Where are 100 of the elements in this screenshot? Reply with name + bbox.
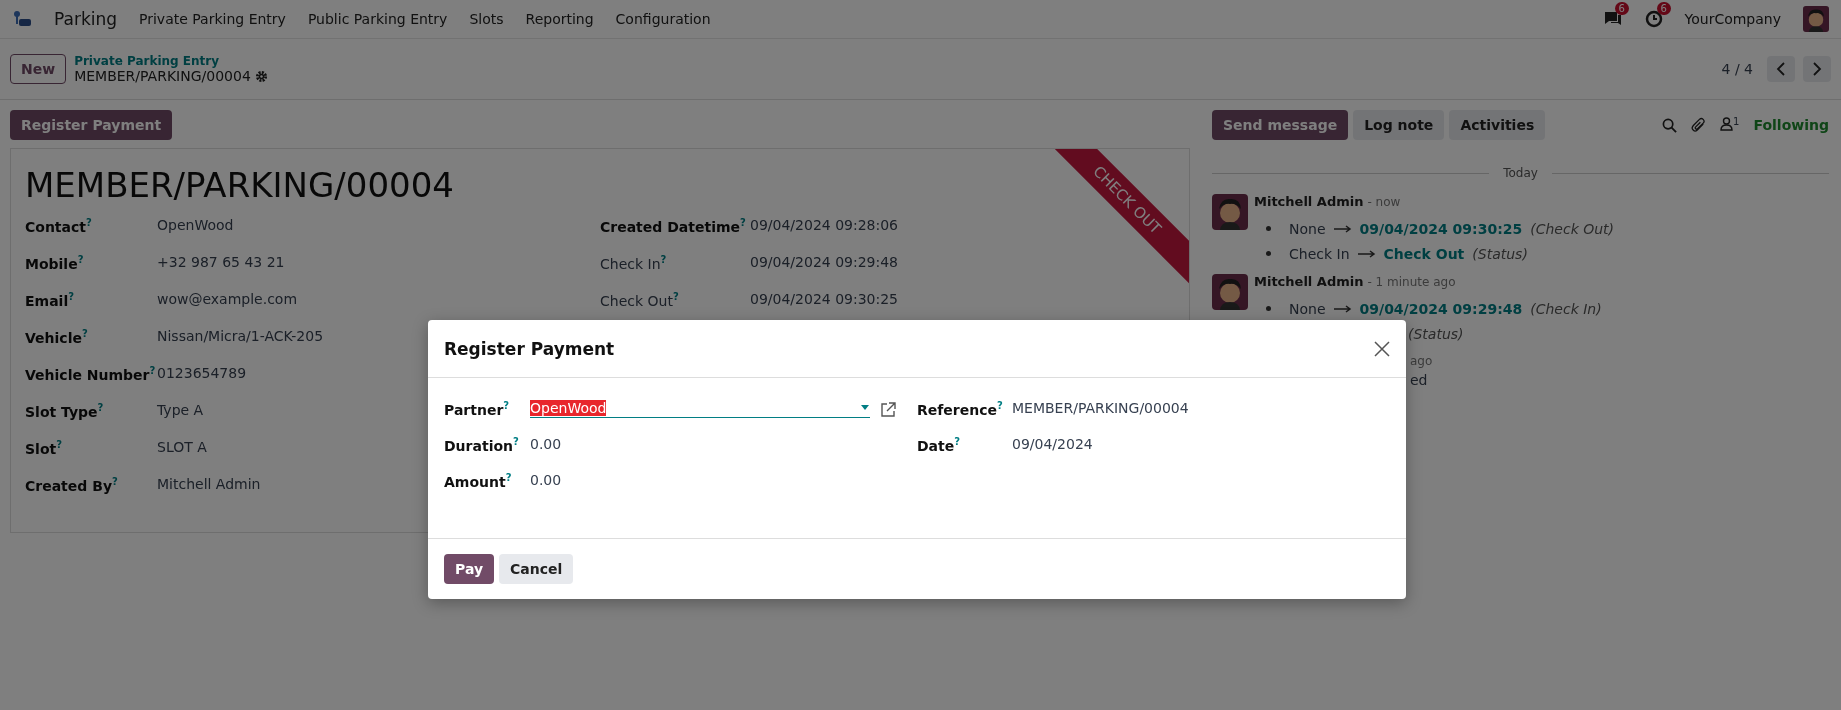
field-label: Slot$^{?}$: [25, 439, 63, 457]
chatter-tab[interactable]: Log note: [1353, 110, 1445, 140]
field-label: Mobile$^{?}$: [25, 254, 85, 272]
arrow-icon: [1333, 304, 1352, 313]
changed-field: (Check Out): [1530, 220, 1615, 237]
gear-icon[interactable]: [254, 69, 268, 83]
register-payment-button[interactable]: Register Payment: [10, 110, 173, 140]
field-value: 09/04/2024 09:29:48: [750, 254, 899, 270]
help-mark[interactable]: ?: [954, 436, 961, 447]
help-mark[interactable]: ?: [68, 291, 74, 302]
message-time: - now: [1367, 195, 1401, 209]
menu-item[interactable]: Private Parking Entry: [139, 11, 286, 27]
breadcrumb-link[interactable]: Private Parking Entry: [74, 54, 268, 68]
new-value: 09/04/2024 09:30:25: [1359, 220, 1523, 237]
cancel-button[interactable]: Cancel: [499, 554, 574, 584]
bullet-icon: [1266, 226, 1271, 231]
help-mark[interactable]: ?: [513, 436, 519, 447]
changed-field: (Check In): [1530, 300, 1602, 317]
help-mark[interactable]: ?: [56, 439, 62, 450]
field-label: Reference$^{?}$: [917, 400, 1004, 418]
help-mark[interactable]: ?: [112, 476, 118, 487]
company-name[interactable]: YourCompany: [1684, 11, 1781, 27]
field-value: Type A: [157, 402, 204, 418]
next-button[interactable]: [1803, 56, 1831, 82]
new-value: Check Out: [1383, 245, 1465, 262]
menu-item[interactable]: Public Parking Entry: [307, 11, 448, 27]
notification-badge: 6: [1656, 2, 1671, 15]
chat-icon[interactable]: [1602, 10, 1623, 28]
old-value: None: [1289, 220, 1326, 237]
field-label: Vehicle$^{?}$: [25, 328, 89, 346]
help-mark[interactable]: ?: [740, 217, 746, 228]
field-value: MEMBER/PARKING/00004: [1012, 400, 1189, 416]
changed-field: (Status): [1408, 325, 1464, 342]
followers-button[interactable]: 1: [1720, 116, 1740, 134]
paperclip-icon[interactable]: [1691, 117, 1707, 133]
new-value: 09/04/2024 09:29:48: [1359, 300, 1523, 317]
help-mark[interactable]: ?: [997, 400, 1003, 411]
app-name[interactable]: Parking: [54, 9, 118, 29]
previous-button[interactable]: [1767, 56, 1795, 82]
bullet-icon: [1266, 251, 1271, 256]
chatter-tab[interactable]: Send message: [1212, 110, 1349, 140]
help-mark[interactable]: ?: [503, 400, 510, 411]
arrow-icon: [1357, 249, 1376, 258]
pager-counter: 4 / 4: [1721, 61, 1753, 77]
help-mark[interactable]: ?: [86, 217, 92, 228]
field-label: Created Datetime$^{?}$: [600, 217, 747, 235]
search-icon[interactable]: [1662, 117, 1678, 133]
caret-icon[interactable]: [860, 405, 870, 411]
changed-field: (Status): [1472, 245, 1528, 262]
external-link-icon[interactable]: [880, 402, 896, 418]
avatar-icon: [1212, 194, 1248, 230]
clock-icon[interactable]: [1644, 10, 1663, 28]
close-icon[interactable]: [1374, 340, 1390, 357]
field-label: Date$^{?}$: [917, 436, 962, 454]
record-title: MEMBER/PARKING/00004: [25, 165, 454, 205]
help-mark[interactable]: ?: [505, 472, 512, 483]
field-label: Check In$^{?}$: [600, 254, 668, 272]
field-value: 09/04/2024: [1012, 436, 1093, 452]
parking-app-icon[interactable]: [12, 10, 32, 28]
message-time: ago: [1410, 354, 1433, 368]
message-body: ed: [1410, 372, 1428, 388]
help-mark[interactable]: ?: [660, 254, 667, 265]
field-value: wow@example.com: [157, 291, 298, 307]
field-value: OpenWood: [157, 217, 234, 233]
field-label: Vehicle Number$^{?}$: [25, 365, 157, 383]
help-mark[interactable]: ?: [149, 365, 156, 376]
field-label: Email$^{?}$: [25, 291, 75, 309]
avatar-icon: [1803, 6, 1829, 32]
menu-item[interactable]: Configuration: [615, 11, 711, 27]
help-mark[interactable]: ?: [77, 254, 84, 265]
arrow-icon: [1333, 224, 1352, 233]
field-value: Mitchell Admin: [157, 476, 261, 492]
avatar-icon: [1212, 274, 1248, 310]
menu-item[interactable]: Reporting: [525, 11, 594, 27]
dialog-title: Register Payment: [444, 338, 616, 359]
field-value: SLOT A: [157, 439, 207, 455]
old-value: None: [1289, 300, 1326, 317]
field-label: Duration$^{?}$: [444, 436, 520, 454]
chatter-tab[interactable]: Activities: [1449, 110, 1546, 140]
following-button[interactable]: Following: [1753, 117, 1829, 133]
field-label: Created By$^{?}$: [25, 476, 119, 494]
help-mark[interactable]: ?: [672, 291, 679, 302]
message-author: Mitchell Admin: [1254, 274, 1364, 289]
menu-item[interactable]: Slots: [469, 11, 504, 27]
pay-button[interactable]: Pay: [444, 554, 495, 584]
new-button[interactable]: New: [10, 54, 67, 84]
field-value: 0123654789: [157, 365, 247, 381]
field-label: Slot Type$^{?}$: [25, 402, 105, 420]
field-value: +32 987 65 43 21: [157, 254, 285, 270]
date-separator: Today: [1503, 166, 1538, 180]
help-mark[interactable]: ?: [81, 328, 88, 339]
field-label: Check Out$^{?}$: [600, 291, 680, 309]
field-value: 09/04/2024 09:28:06: [750, 217, 899, 233]
chevron-right-icon[interactable]: [1812, 62, 1822, 76]
field-label: Partner$^{?}$: [444, 400, 511, 418]
message-author: Mitchell Admin: [1254, 194, 1364, 209]
notification-badge: 6: [1614, 2, 1629, 15]
partner-field[interactable]: OpenWood: [530, 400, 870, 418]
chevron-left-icon[interactable]: [1776, 62, 1786, 76]
help-mark[interactable]: ?: [97, 402, 104, 413]
